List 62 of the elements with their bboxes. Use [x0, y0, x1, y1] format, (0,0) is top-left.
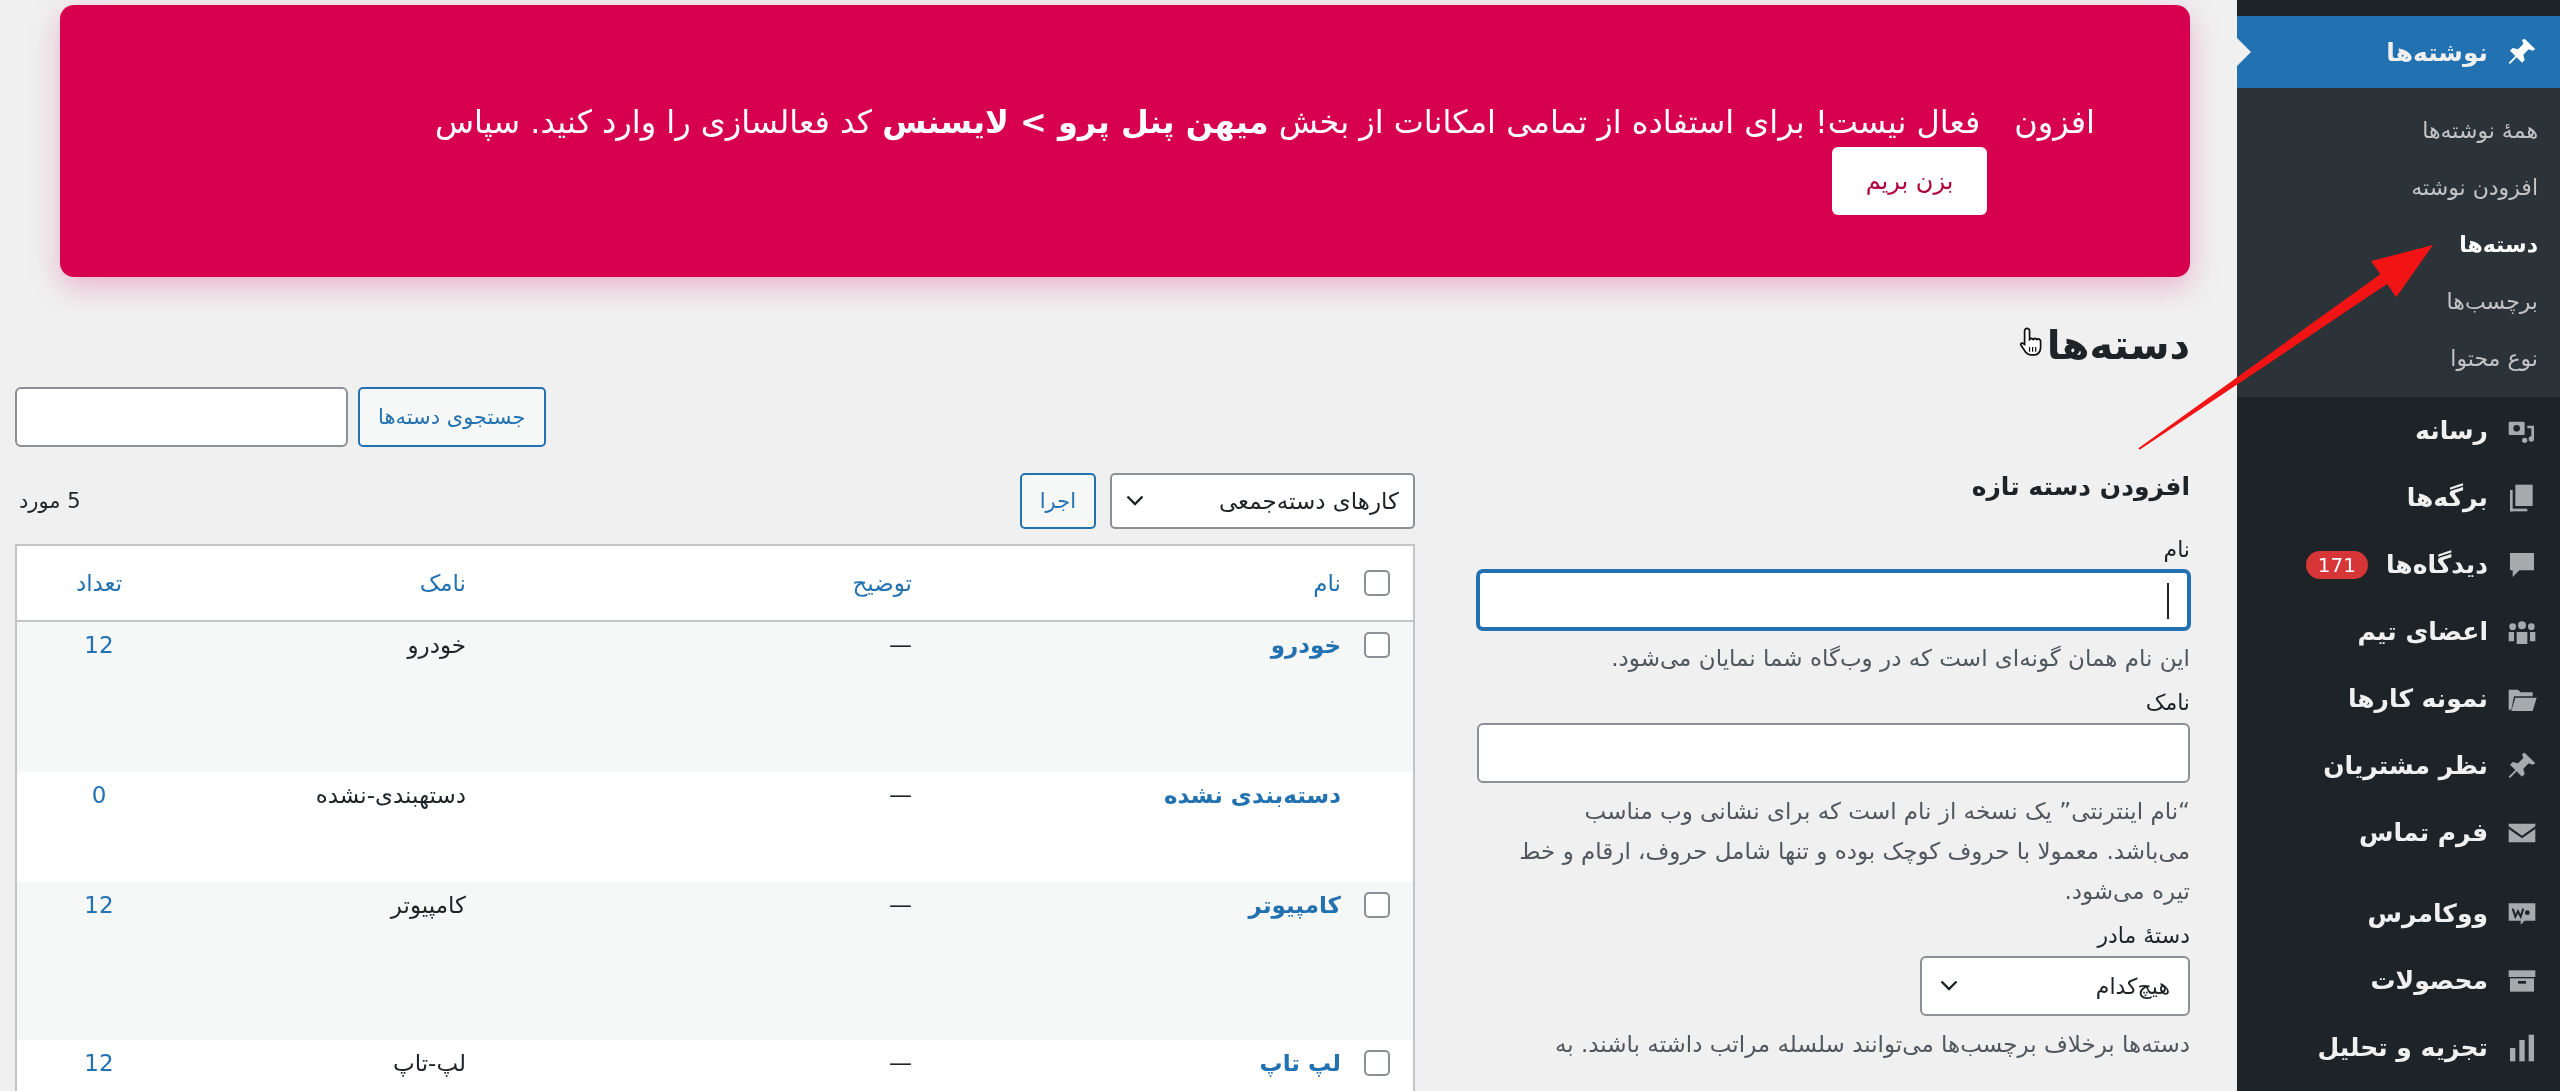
help-text: این نام همان گونه‌ای است که در وب‌گاه شما نمایان می‌شود.	[1610, 644, 2190, 674]
row-checkbox[interactable]	[1364, 632, 1390, 658]
bulk-actions-select[interactable]: کارهای دسته‌جمعی	[1110, 473, 1415, 529]
chevron-down-icon	[1126, 495, 1144, 507]
table-cell: —	[889, 632, 912, 658]
table-cell: خودرو	[407, 632, 466, 658]
category-link[interactable]: لپ تاپ	[1259, 1050, 1341, 1076]
submenu-item[interactable]: برچسب‌ها	[2237, 273, 2560, 330]
count-link[interactable]: 0	[91, 782, 107, 808]
count-link[interactable]: 12	[84, 892, 114, 918]
sidebar-item[interactable]: نظر مشتریان	[2237, 732, 2560, 799]
sidebar-item[interactable]: نوشته‌ها	[2237, 16, 2560, 88]
table-cell: لپ-تاپ	[393, 1050, 466, 1076]
input-field[interactable]	[1477, 723, 2190, 783]
submenu-item[interactable]: افزودن نوشته	[2237, 159, 2560, 216]
submenu-item[interactable]: همهٔ نوشته‌ها	[2237, 102, 2560, 159]
column-header[interactable]: نامک	[419, 570, 466, 596]
help-text: “نام اینترنتی” یک نسخه از نام است که برای نشانی وب مناسب می‌باشد. معمولا با حروف کوچک بوده و تنها شامل حروف، ارقام و خط تیره می‌شود.	[1518, 797, 2190, 907]
count-link[interactable]: 12	[84, 632, 114, 658]
sidebar-item[interactable]: برگه‌ها	[2237, 464, 2560, 531]
sidebar-item[interactable]: رسانه	[2237, 397, 2560, 464]
current-indicator	[2237, 38, 2251, 66]
category-link[interactable]: دسته‌بندی نشده	[1163, 782, 1341, 808]
submenu-item[interactable]: نوع محتوا	[2237, 330, 2560, 387]
table-cell: —	[889, 782, 912, 808]
table-cell: کامپیوتر	[390, 892, 466, 918]
apply-button[interactable]: اجرا	[1019, 473, 1096, 529]
field-label: نام	[2162, 537, 2190, 562]
column-header[interactable]: توضیح	[852, 570, 912, 596]
parent-select[interactable]: هیچ‌کدام	[1920, 956, 2190, 1016]
page-title: دسته‌ها	[2046, 321, 2190, 368]
table-cell: —	[889, 892, 912, 918]
go-button[interactable]: بزن بریم	[1832, 147, 1987, 215]
item-count: 5 مورد	[18, 489, 81, 513]
input-field[interactable]	[1477, 570, 2190, 630]
field-label: دستهٔ مادر	[2095, 923, 2190, 948]
row-checkbox[interactable]	[1364, 892, 1390, 918]
chevron-down-icon	[1940, 980, 1958, 992]
select-all-checkbox[interactable]	[1364, 570, 1390, 596]
row-checkbox[interactable]	[1364, 1050, 1390, 1076]
sidebar-item[interactable]: نمونه کارها	[2237, 665, 2560, 732]
search-field[interactable]	[15, 387, 348, 447]
banner-text: افزون	[2014, 103, 2095, 143]
sidebar-item[interactable]: ووکامرس	[2237, 880, 2560, 947]
sidebar-item[interactable]: اعضای تیم	[2237, 598, 2560, 665]
table-cell: دستهبندی-نشده	[315, 782, 466, 808]
table-cell: —	[889, 1050, 912, 1076]
submenu-item[interactable]: دسته‌ها	[2237, 216, 2560, 273]
search-button[interactable]: جستجوی دسته‌ها	[358, 387, 546, 447]
category-link[interactable]: خودرو	[1270, 632, 1341, 658]
banner-text: فعال نیست! برای استفاده از تمامی امکانات از بخش میهن پنل پرو > لایسنس کد فعالسازی را وارد کنید. سپاس	[434, 103, 1981, 143]
field-label: نامک	[2144, 690, 2190, 715]
count-badge: 171	[2305, 550, 2368, 579]
count-link[interactable]: 12	[84, 1050, 114, 1076]
sidebar-item[interactable]: فرم تماس	[2237, 799, 2560, 866]
form-title: افزودن دسته تازه	[1970, 472, 2190, 501]
column-header[interactable]: نام	[1313, 570, 1341, 596]
help-text: دسته‌ها برخلاف برچسب‌ها می‌توانند سلسله مراتب داشته باشند. به	[1553, 1030, 2190, 1060]
sidebar-item[interactable]: تجزیه و تحلیل	[2237, 1014, 2560, 1081]
sidebar-item[interactable]: محصولات	[2237, 947, 2560, 1014]
column-header[interactable]: تعداد	[75, 570, 123, 596]
category-link[interactable]: کامپیوتر	[1248, 892, 1341, 918]
